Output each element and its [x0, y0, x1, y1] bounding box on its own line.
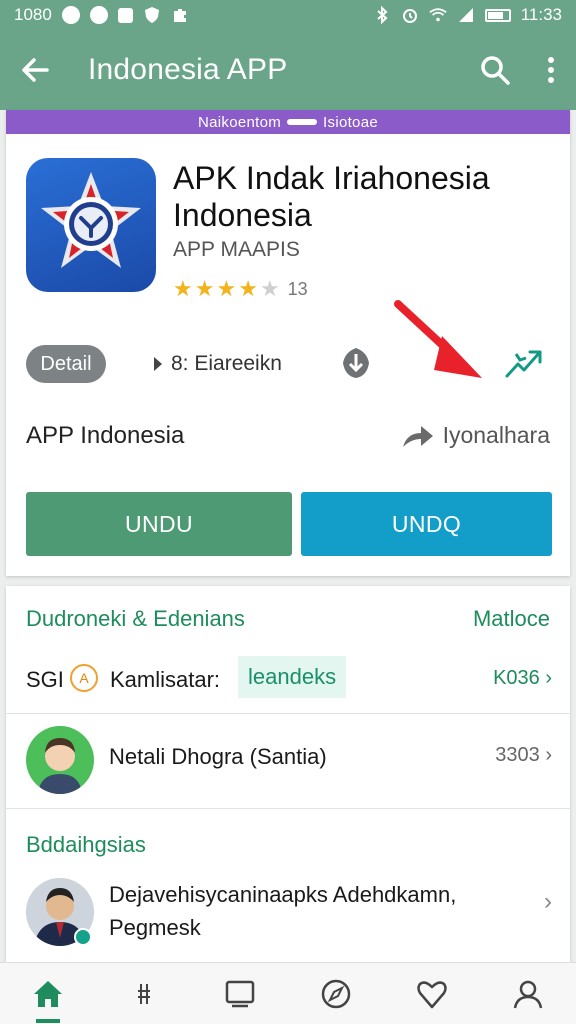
bottom-nav [0, 962, 576, 1024]
chevron-right-icon[interactable]: › [544, 888, 552, 916]
row-count: 3303 › [495, 744, 552, 766]
banner-left-text: Naikoentom [198, 113, 282, 131]
rating: ★ ★ ★ ★ ★ 13 [173, 276, 308, 302]
shield-icon [144, 7, 159, 23]
undu-button[interactable]: UNDU [26, 492, 292, 556]
share-arrow-icon [402, 425, 433, 447]
signal-icon [138, 983, 150, 1004]
wishlist-icon[interactable] [504, 346, 544, 380]
battery-icon [484, 8, 511, 22]
more-vert-icon[interactable] [546, 55, 556, 85]
bluetooth-icon [377, 6, 388, 24]
status-time-left: 1080 [14, 5, 52, 24]
red-arrow-icon [394, 300, 482, 378]
emblem-icon [41, 172, 141, 268]
star-empty-icon: ★ [259, 276, 280, 301]
rating-count: 13 [287, 278, 308, 299]
nav-apps[interactable] [210, 969, 270, 1019]
signal-icon [458, 8, 473, 22]
row-name: Kamlisatar: [110, 667, 221, 692]
row-count: K036 › [493, 667, 552, 689]
app-name-label: APP Indonesia [26, 422, 185, 449]
app-title: APK Indak Iriahonesia Indonesia [173, 160, 490, 233]
nav-explore[interactable] [306, 969, 366, 1019]
download-info-icon[interactable] [339, 346, 373, 380]
undq-button[interactable]: UNDQ [301, 492, 552, 556]
status-time-right: 11:33 [520, 5, 562, 24]
apps-icon [225, 980, 255, 1007]
home-icon [34, 980, 62, 1007]
list-item[interactable]: SGI A Kamlisatar: leandeks K036 › [6, 652, 570, 712]
row-text: Dejavehisycaninaapks Adehdkamn, Pegmesk [109, 882, 457, 940]
nav-profile[interactable] [498, 969, 558, 1019]
detail-chip[interactable]: Detail [26, 345, 106, 383]
notification-icon [61, 6, 80, 24]
wifi-icon [429, 8, 447, 22]
divider [6, 808, 570, 809]
badge-icon: A [70, 664, 98, 692]
banner-indicator [287, 119, 318, 125]
puzzle-icon [173, 9, 186, 22]
list-item[interactable]: Dejavehisycaninaapks Adehdkamn, Pegmesk … [6, 866, 570, 962]
app-details-card: Naikoentom Isiotoae APK Indak Iriahonesi… [6, 110, 570, 576]
app-subtitle: APP MAAPIS [173, 238, 300, 261]
app-bar: Indonesia APP [0, 30, 576, 110]
row-lead-text: SGI [26, 667, 64, 692]
row-tag[interactable]: leandeks [238, 656, 347, 698]
play-info-text: 8: Eiareeikn [171, 352, 282, 375]
banner-strip: Naikoentom Isiotoae [6, 110, 570, 134]
person-icon [513, 980, 543, 1008]
arrow-left-icon[interactable] [20, 55, 50, 85]
star-icon: ★ [173, 276, 193, 301]
online-status-dot [74, 928, 92, 946]
nav-home[interactable] [18, 969, 78, 1023]
list-item[interactable]: Netali Dhogra (Santia) 3303 › [6, 714, 570, 808]
play-info[interactable]: 8: Eiareeikn [153, 352, 282, 376]
nav-signal[interactable] [114, 969, 174, 1019]
search-icon[interactable] [480, 55, 510, 85]
compass-icon [321, 979, 351, 1008]
alarm-icon [402, 9, 417, 23]
related-card: Dudroneki & Edenians Matloce SGI A Kamli… [6, 586, 570, 962]
status-bar: 1080 11:33 [0, 0, 576, 30]
play-icon [154, 357, 162, 371]
developer-name: Iyonalhara [442, 422, 550, 448]
star-icon: ★ [194, 276, 215, 301]
app-icon [26, 158, 156, 292]
section-heading: Dudroneki & Edenians [26, 606, 245, 631]
avatar [26, 726, 94, 794]
star-icon: ★ [216, 276, 237, 301]
row-name: Netali Dhogra (Santia) [109, 744, 327, 769]
developer-link[interactable]: Iyonalhara [401, 422, 550, 449]
more-link[interactable]: Matloce [473, 606, 550, 632]
heart-icon [417, 980, 447, 1008]
app-notification-icon [117, 7, 133, 23]
page-title: Indonesia APP [88, 53, 288, 86]
section-heading: Bddaihgsias [26, 832, 146, 857]
navigation-icon [89, 6, 108, 24]
banner-right-text: Isiotoae [323, 113, 378, 131]
nav-favorites[interactable] [402, 969, 462, 1019]
star-icon: ★ [238, 276, 258, 301]
